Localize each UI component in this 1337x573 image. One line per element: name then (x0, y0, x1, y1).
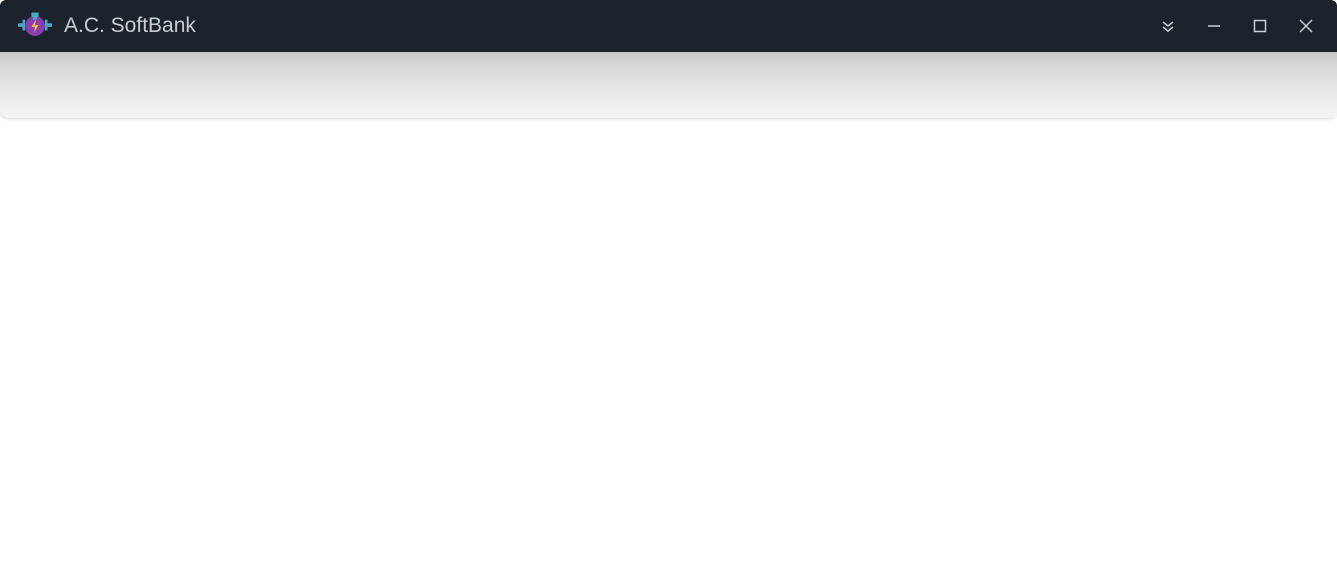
collapse-button[interactable] (1145, 6, 1191, 46)
titlebar[interactable]: A.C. SoftBank (0, 0, 1337, 52)
window-controls (1145, 6, 1329, 46)
app-window: A.C. SoftBank (0, 0, 1337, 573)
maximize-button[interactable] (1237, 6, 1283, 46)
window-title: A.C. SoftBank (64, 14, 1145, 38)
close-button[interactable] (1283, 6, 1329, 46)
content-area (0, 118, 1337, 573)
ribbon-toolbar (0, 52, 1337, 118)
engine-icon (18, 9, 52, 43)
minimize-button[interactable] (1191, 6, 1237, 46)
